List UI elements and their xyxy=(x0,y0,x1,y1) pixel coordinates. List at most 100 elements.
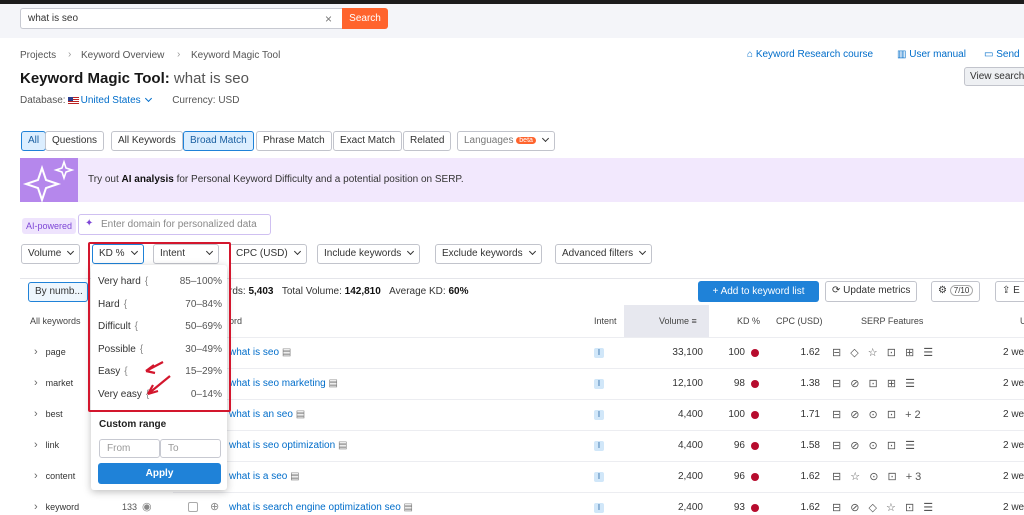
tab-exact-match[interactable]: Exact Match xyxy=(333,131,403,151)
graduation-cap-icon: ⌂ xyxy=(747,49,754,60)
search-button[interactable]: Search xyxy=(342,8,388,29)
domain-input[interactable]: Enter domain for personalized data xyxy=(78,214,271,235)
tab-phrase-match[interactable]: Phrase Match xyxy=(256,131,332,151)
add-plus-icon[interactable]: ⊕ xyxy=(210,500,219,513)
annotation-arrows xyxy=(145,361,171,396)
keyword-link[interactable]: what is seo ▤ xyxy=(229,347,291,358)
col-intent[interactable]: Intent xyxy=(594,316,617,326)
kd-difficulty-dot xyxy=(751,349,759,357)
updated-value: 2 we xyxy=(1003,378,1024,389)
tab-all-keywords[interactable]: All Keywords xyxy=(111,131,183,151)
clear-icon[interactable]: × xyxy=(325,12,332,26)
send-feedback-link[interactable]: ▭ Send xyxy=(984,49,1020,60)
sidebar-item-keyword[interactable]: keyword xyxy=(34,501,80,513)
database-selector[interactable]: Database: United States Currency: USD xyxy=(20,94,240,106)
sidebar-item-best[interactable]: best xyxy=(34,408,63,420)
intent-badge: I xyxy=(594,503,604,513)
serp-features-icons[interactable]: ⊟ ⊘ ◇ ☆ ⊡ ☰ xyxy=(832,501,936,514)
intent-badge: I xyxy=(594,379,604,389)
group-by-number-button[interactable]: By numb... xyxy=(28,282,88,302)
breadcrumb-keyword-magic-tool: Keyword Magic Tool xyxy=(191,50,281,61)
serp-features-icons[interactable]: ⊟ ⊘ ⊡ ⊞ ☰ xyxy=(832,377,918,390)
volume-value: 4,400 xyxy=(677,440,703,451)
include-keywords-filter[interactable]: Include keywords xyxy=(317,244,421,264)
serp-features-icons[interactable]: ⊟ ☆ ⊙ ⊡ +3 xyxy=(832,470,924,483)
keyword-link[interactable]: what is a seo ▤ xyxy=(229,471,300,482)
kd-difficulty-dot xyxy=(751,411,759,419)
update-metrics-button[interactable]: ⟳ Update metrics xyxy=(825,281,918,302)
volume-filter[interactable]: Volume xyxy=(21,244,81,264)
sidebar-item-content[interactable]: content xyxy=(34,470,76,482)
search-input[interactable]: what is seo xyxy=(20,8,342,29)
col-volume[interactable]: Volume ≡ xyxy=(659,316,697,326)
sidebar-item-market[interactable]: market xyxy=(34,377,74,389)
serp-features-icons[interactable]: ⊟ ⊘ ⊙ ⊡ ☰ xyxy=(832,439,918,452)
row-checkbox[interactable] xyxy=(188,502,198,512)
col-serp-features[interactable]: SERP Features xyxy=(861,316,923,326)
apply-button[interactable]: Apply xyxy=(98,463,221,484)
serp-icon: ▤ xyxy=(281,347,292,358)
keyword-link[interactable]: what is seo optimization ▤ xyxy=(229,440,347,451)
chevron-right-icon: › xyxy=(68,49,72,60)
sidebar-item-link[interactable]: link xyxy=(34,439,60,451)
keyword-research-course-link[interactable]: ⌂ Keyword Research course xyxy=(747,49,873,60)
keyword-link[interactable]: what is seo marketing ▤ xyxy=(229,378,338,389)
sort-icon: ≡ xyxy=(691,316,697,326)
ai-sparkle-icon xyxy=(20,158,78,204)
intent-badge: I xyxy=(594,472,604,482)
tab-related[interactable]: Related xyxy=(403,131,452,151)
user-manual-link[interactable]: ▥ User manual xyxy=(897,49,966,60)
export-button[interactable]: ⇪ E xyxy=(995,281,1024,302)
kd-difficulty-dot xyxy=(751,380,759,388)
kd-value: 98 xyxy=(733,378,745,389)
eye-icon[interactable]: ◉ xyxy=(142,500,152,513)
exclude-keywords-filter[interactable]: Exclude keywords xyxy=(435,244,542,264)
custom-range-title: Custom range xyxy=(99,419,167,430)
message-icon: ▭ xyxy=(984,49,994,60)
col-updated[interactable]: U xyxy=(1020,316,1024,326)
currency-label: Currency: USD xyxy=(172,95,240,106)
kd-difficulty-dot xyxy=(751,504,759,512)
ai-promo-text: Try out AI analysis for Personal Keyword… xyxy=(88,174,464,185)
kd-from-input[interactable]: From xyxy=(99,439,160,458)
kd-to-input[interactable]: To xyxy=(160,439,221,458)
kd-value: 96 xyxy=(733,440,745,451)
breadcrumb-projects[interactable]: Projects xyxy=(20,50,56,61)
advanced-filters[interactable]: Advanced filters xyxy=(555,244,653,264)
tab-questions[interactable]: Questions xyxy=(45,131,105,151)
kd-value: 100 xyxy=(728,409,745,420)
volume-value: 2,400 xyxy=(677,502,703,513)
ai-powered-badge: AI-powered xyxy=(22,218,77,234)
view-search-button[interactable]: View search xyxy=(964,67,1024,86)
updated-value: 2 we xyxy=(1003,409,1024,420)
serp-icon: ▤ xyxy=(328,378,338,389)
keyword-link[interactable]: what is an seo ▤ xyxy=(229,409,305,420)
cpc-filter[interactable]: CPC (USD) xyxy=(229,244,307,264)
serp-icon: ▤ xyxy=(403,502,413,513)
settings-button[interactable]: ⚙ 7/10 xyxy=(931,281,981,302)
sidebar-item-page[interactable]: page xyxy=(34,346,66,358)
add-to-keyword-list-button[interactable]: + Add to keyword list xyxy=(698,281,819,302)
cpc-value: 1.62 xyxy=(800,471,820,482)
refresh-icon: ⟳ xyxy=(832,285,841,296)
breadcrumb-keyword-overview[interactable]: Keyword Overview xyxy=(81,50,164,61)
sidebar-keyword-count: 133 xyxy=(122,502,138,512)
plus-icon: + xyxy=(712,286,719,297)
kd-value: 96 xyxy=(733,471,745,482)
upload-icon: ⇪ xyxy=(1002,285,1011,296)
tab-broad-match[interactable]: Broad Match xyxy=(183,131,254,151)
col-cpc[interactable]: CPC (USD) xyxy=(776,316,823,326)
keywords-summary: rds: 5,403 Total Volume: 142,810 Average… xyxy=(229,286,469,297)
tab-all[interactable]: All xyxy=(21,131,47,151)
intent-badge: I xyxy=(594,410,604,420)
languages-dropdown[interactable]: Languages beta xyxy=(457,131,555,151)
updated-value: 2 we xyxy=(1003,471,1024,482)
intent-badge: I xyxy=(594,441,604,451)
col-kd[interactable]: KD % xyxy=(737,316,760,326)
gear-icon: ⚙ xyxy=(938,285,947,296)
cpc-value: 1.62 xyxy=(800,502,820,513)
keyword-link[interactable]: what is search engine optimization seo ▤ xyxy=(229,502,413,513)
serp-features-icons[interactable]: ⊟ ⊘ ⊙ ⊡ +2 xyxy=(832,408,924,421)
serp-features-icons[interactable]: ⊟ ◇ ☆ ⊡ ⊞ ☰ xyxy=(832,346,936,359)
serp-icon: ▤ xyxy=(290,471,300,482)
